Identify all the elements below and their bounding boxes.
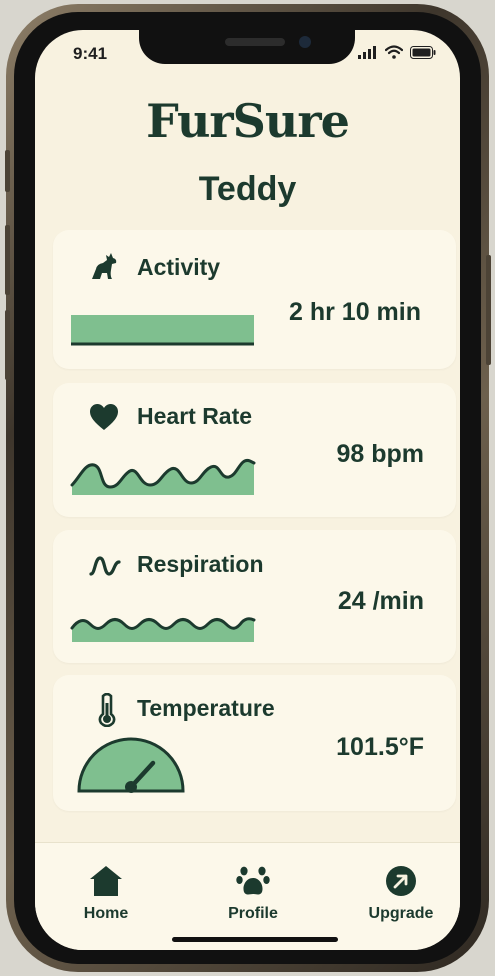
heart-rate-card[interactable]: Heart Rate 98 bpm	[53, 383, 456, 517]
home-indicator[interactable]	[172, 937, 338, 942]
signal-icon	[358, 45, 376, 59]
tab-upgrade[interactable]: Upgrade	[346, 865, 456, 923]
respiration-wave	[70, 617, 256, 642]
heart-rate-wave	[70, 458, 256, 495]
temperature-value: 101.5°F	[336, 733, 424, 761]
heart-rate-value: 98 bpm	[336, 440, 424, 468]
wave-icon	[89, 556, 121, 576]
heart-rate-title: Heart Rate	[137, 403, 253, 429]
activity-card[interactable]: Activity 2 hr 10 min	[53, 230, 456, 369]
temperature-card[interactable]: Temperature 101.5°F	[53, 675, 456, 811]
activity-title: Activity	[137, 254, 221, 280]
dog-icon	[92, 253, 117, 279]
volume-up-button	[5, 225, 10, 295]
status-time: 9:41	[73, 44, 108, 63]
battery-icon	[410, 45, 436, 59]
respiration-card[interactable]: Respiration 24 /min	[53, 530, 456, 663]
tab-profile-label: Profile	[228, 905, 278, 922]
temperature-gauge	[77, 737, 185, 793]
respiration-title: Respiration	[137, 551, 264, 577]
respiration-value: 24 /min	[337, 587, 424, 615]
notch	[139, 30, 355, 64]
thermometer-icon	[98, 693, 116, 727]
power-button	[486, 255, 491, 365]
screen: 9:41 FurSure Teddy Activity 2 hr 10 min	[35, 30, 460, 950]
tab-home[interactable]: Home	[51, 865, 161, 923]
activity-bar	[71, 315, 254, 346]
tab-bar: Home Profile Upgrade	[35, 842, 460, 950]
speaker	[225, 38, 285, 46]
activity-value: 2 hr 10 min	[289, 298, 421, 326]
paw-icon	[236, 866, 270, 895]
app-logo: FurSure	[146, 94, 350, 148]
tab-home-label: Home	[83, 905, 129, 922]
arrow-up-right-icon	[386, 866, 416, 896]
wifi-icon	[385, 45, 403, 59]
volume-down-button	[5, 310, 10, 380]
tab-profile[interactable]: Profile	[198, 865, 308, 923]
mute-switch	[5, 150, 10, 192]
front-camera	[299, 36, 311, 48]
pet-name: Teddy	[198, 170, 297, 208]
heart-icon	[90, 404, 118, 430]
temperature-title: Temperature	[137, 695, 275, 721]
home-icon	[90, 866, 122, 896]
status-icons	[358, 45, 436, 59]
tab-upgrade-label: Upgrade	[368, 905, 434, 922]
